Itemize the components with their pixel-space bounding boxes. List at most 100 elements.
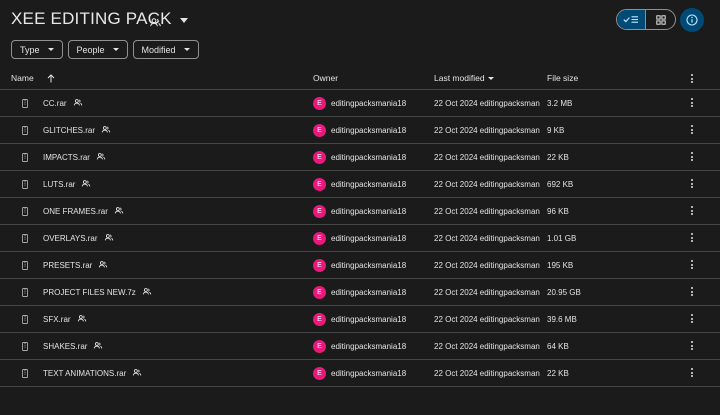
zip-file-icon [22, 234, 28, 245]
table-row[interactable]: GLITCHES.rar Eeditingpacksmania18 22 Oct 2… [0, 117, 720, 144]
file-size-cell: 692 KB [547, 180, 574, 189]
file-name-cell[interactable]: PRESETS.rar [43, 261, 108, 270]
more-vert-icon [689, 233, 695, 243]
owner-cell: Eeditingpacksmania18 [313, 259, 406, 272]
row-more-actions-button[interactable] [689, 314, 695, 324]
table-row[interactable]: LUTS.rar Eeditingpacksmania18 22 Oct 2024 … [0, 171, 720, 198]
caret-down-icon [487, 76, 494, 80]
file-name: PROJECT FILES NEW.7z [43, 288, 136, 297]
file-name-cell[interactable]: SHAKES.rar [43, 342, 103, 351]
shared-people-icon[interactable] [150, 14, 161, 32]
avatar: E [313, 259, 326, 272]
shared-people-icon [77, 315, 87, 324]
file-size-cell: 39.6 MB [547, 315, 577, 324]
table-row[interactable]: SFX.rar Eeditingpacksmania18 22 Oct 2024 e… [0, 306, 720, 333]
file-name-cell[interactable]: ONE FRAMES.rar [43, 207, 124, 216]
modified-filter-chip[interactable]: Modified [132, 40, 199, 59]
file-name-cell[interactable]: LUTS.rar [43, 180, 91, 189]
type-filter-chip[interactable]: Type [11, 40, 63, 59]
row-more-actions-button[interactable] [689, 206, 695, 216]
row-more-actions-button[interactable] [689, 152, 695, 162]
shared-people-icon [73, 99, 83, 108]
table-row[interactable]: ONE FRAMES.rar Eeditingpacksmania18 22 Oct… [0, 198, 720, 225]
more-vert-icon [689, 74, 695, 84]
shared-people-icon [93, 342, 103, 351]
name-column-label: Name [11, 73, 34, 83]
last-modified-column-label: Last modified [434, 73, 485, 83]
row-more-actions-button[interactable] [689, 287, 695, 297]
file-name: SFX.rar [43, 315, 71, 324]
table-header: Name Owner Last modified File size [0, 66, 720, 90]
owner-name: editingpacksmania18 [331, 342, 407, 351]
file-size-cell: 22 KB [547, 153, 569, 162]
owner-cell: Eeditingpacksmania18 [313, 232, 406, 245]
name-column-header[interactable]: Name [11, 73, 55, 83]
file-name: GLITCHES.rar [43, 126, 96, 135]
row-more-actions-button[interactable] [689, 179, 695, 189]
file-name-cell[interactable]: OVERLAYS.rar [43, 234, 114, 243]
avatar: E [313, 205, 326, 218]
file-name: SHAKES.rar [43, 342, 88, 351]
table-row[interactable]: CC.rar Eeditingpacksmania18 22 Oct 2024 ed… [0, 90, 720, 117]
owner-cell: Eeditingpacksmania18 [313, 178, 406, 191]
sort-arrow-up-icon[interactable] [47, 73, 55, 83]
row-more-actions-button[interactable] [689, 98, 695, 108]
file-name-cell[interactable]: SFX.rar [43, 315, 87, 324]
file-name-cell[interactable]: PROJECT FILES NEW.7z [43, 288, 152, 297]
column-options-button[interactable] [689, 74, 695, 84]
table-row[interactable]: TEXT ANIMATIONS.rar Eeditingpacksmania18 2… [0, 360, 720, 387]
row-more-actions-button[interactable] [689, 260, 695, 270]
row-more-actions-button[interactable] [689, 368, 695, 378]
row-more-actions-button[interactable] [689, 341, 695, 351]
file-name-cell[interactable]: TEXT ANIMATIONS.rar [43, 369, 142, 378]
table-row[interactable]: PRESETS.rar Eeditingpacksmania18 22 Oct 20… [0, 252, 720, 279]
file-name-cell[interactable]: CC.rar [43, 99, 83, 108]
owner-column-header[interactable]: Owner [313, 73, 338, 83]
more-vert-icon [689, 341, 695, 351]
row-more-actions-button[interactable] [689, 125, 695, 135]
info-button[interactable] [680, 8, 704, 32]
list-view-button[interactable] [617, 10, 647, 29]
owner-name: editingpacksmania18 [331, 180, 407, 189]
file-size-column-header[interactable]: File size [547, 73, 578, 83]
view-toggle [616, 9, 676, 30]
more-vert-icon [689, 179, 695, 189]
file-name: PRESETS.rar [43, 261, 93, 270]
table-row[interactable]: IMPACTS.rar Eeditingpacksmania18 22 Oct 20… [0, 144, 720, 171]
avatar: E [313, 232, 326, 245]
shared-people-icon [81, 180, 91, 189]
file-size-cell: 195 KB [547, 261, 574, 270]
zip-file-icon [22, 261, 28, 272]
file-size-cell: 22 KB [547, 369, 569, 378]
last-modified-cell: 22 Oct 2024 editingpacksmania18 [434, 234, 540, 243]
last-modified-column-header[interactable]: Last modified [434, 73, 494, 83]
file-name-cell[interactable]: IMPACTS.rar [43, 153, 106, 162]
avatar: E [313, 340, 326, 353]
owner-name: editingpacksmania18 [331, 99, 407, 108]
table-row[interactable]: PROJECT FILES NEW.7z Eeditingpacksmania18… [0, 279, 720, 306]
avatar: E [313, 151, 326, 164]
file-name-cell[interactable]: GLITCHES.rar [43, 126, 111, 135]
owner-cell: Eeditingpacksmania18 [313, 124, 406, 137]
row-more-actions-button[interactable] [689, 233, 695, 243]
people-filter-label: People [76, 44, 105, 55]
shared-people-icon [132, 369, 142, 378]
table-row[interactable]: SHAKES.rar Eeditingpacksmania18 22 Oct 202… [0, 333, 720, 360]
people-filter-chip[interactable]: People [67, 40, 128, 59]
more-vert-icon [689, 287, 695, 297]
owner-cell: Eeditingpacksmania18 [313, 340, 406, 353]
file-name: ONE FRAMES.rar [43, 207, 108, 216]
grid-view-button[interactable] [646, 10, 675, 29]
shared-people-icon [114, 207, 124, 216]
folder-title: XEE EDITING PACK [11, 9, 172, 28]
grid-icon [655, 14, 666, 25]
owner-name: editingpacksmania18 [331, 261, 407, 270]
folder-title-menu[interactable]: XEE EDITING PACK [11, 9, 188, 29]
file-name: TEXT ANIMATIONS.rar [43, 369, 127, 378]
avatar: E [313, 286, 326, 299]
shared-people-icon [98, 261, 108, 270]
last-modified-cell: 22 Oct 2024 editingpacksmania18 [434, 207, 540, 216]
table-row[interactable]: OVERLAYS.rar Eeditingpacksmania18 22 Oct 2… [0, 225, 720, 252]
owner-cell: Eeditingpacksmania18 [313, 313, 406, 326]
dropdown-arrow-icon [183, 48, 190, 51]
